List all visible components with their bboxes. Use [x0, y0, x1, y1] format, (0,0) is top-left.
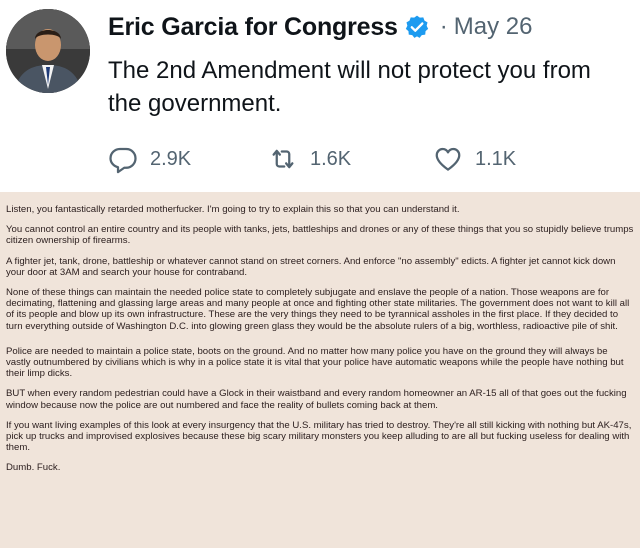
retweet-icon [272, 149, 294, 169]
heart-icon [435, 147, 461, 171]
avatar-portrait-icon [6, 9, 90, 93]
reply-paragraph-4: None of these things can maintain the ne… [6, 287, 630, 332]
reply-paragraph-1: Listen, you fantastically retarded mothe… [6, 204, 460, 215]
reply-paragraph-3: A fighter jet, tank, drone, battleship o… [6, 255, 616, 278]
reply-paragraph-6: BUT when every random pedestrian could h… [6, 388, 627, 411]
tweet-text: The 2nd Amendment will not protect you f… [108, 57, 591, 117]
like-button[interactable]: 1.1K [433, 144, 573, 174]
display-name[interactable]: Eric Garcia for Congress [108, 13, 398, 42]
profile-avatar[interactable] [6, 9, 90, 93]
tweet-actions: 2.9K 1.6K 1.1K [108, 142, 573, 176]
reply-paragraph-7: If you want living examples of this look… [6, 419, 632, 454]
verified-badge-icon [404, 14, 430, 40]
tweet-date[interactable]: May 26 [454, 13, 533, 41]
reply-text-block: Listen, you fantastically retarded mothe… [0, 192, 640, 548]
reply-button[interactable]: 2.9K [108, 144, 268, 174]
tweet-header: Eric Garcia for Congress · May 26 [108, 10, 532, 44]
reply-count: 2.9K [150, 147, 192, 170]
retweet-count: 1.6K [310, 147, 352, 170]
tweet-card: Eric Garcia for Congress · May 26 The 2n… [0, 0, 640, 192]
reply-paragraph-5: Police are needed to maintain a police s… [6, 345, 624, 380]
like-count: 1.1K [475, 147, 517, 170]
reply-icon [109, 147, 137, 174]
header-separator: · [439, 13, 448, 40]
reply-paragraph-2: You cannot control an entire country and… [6, 224, 634, 247]
retweet-button[interactable]: 1.6K [268, 144, 433, 174]
reply-paragraph-8: Dumb. Fuck. [6, 462, 61, 474]
